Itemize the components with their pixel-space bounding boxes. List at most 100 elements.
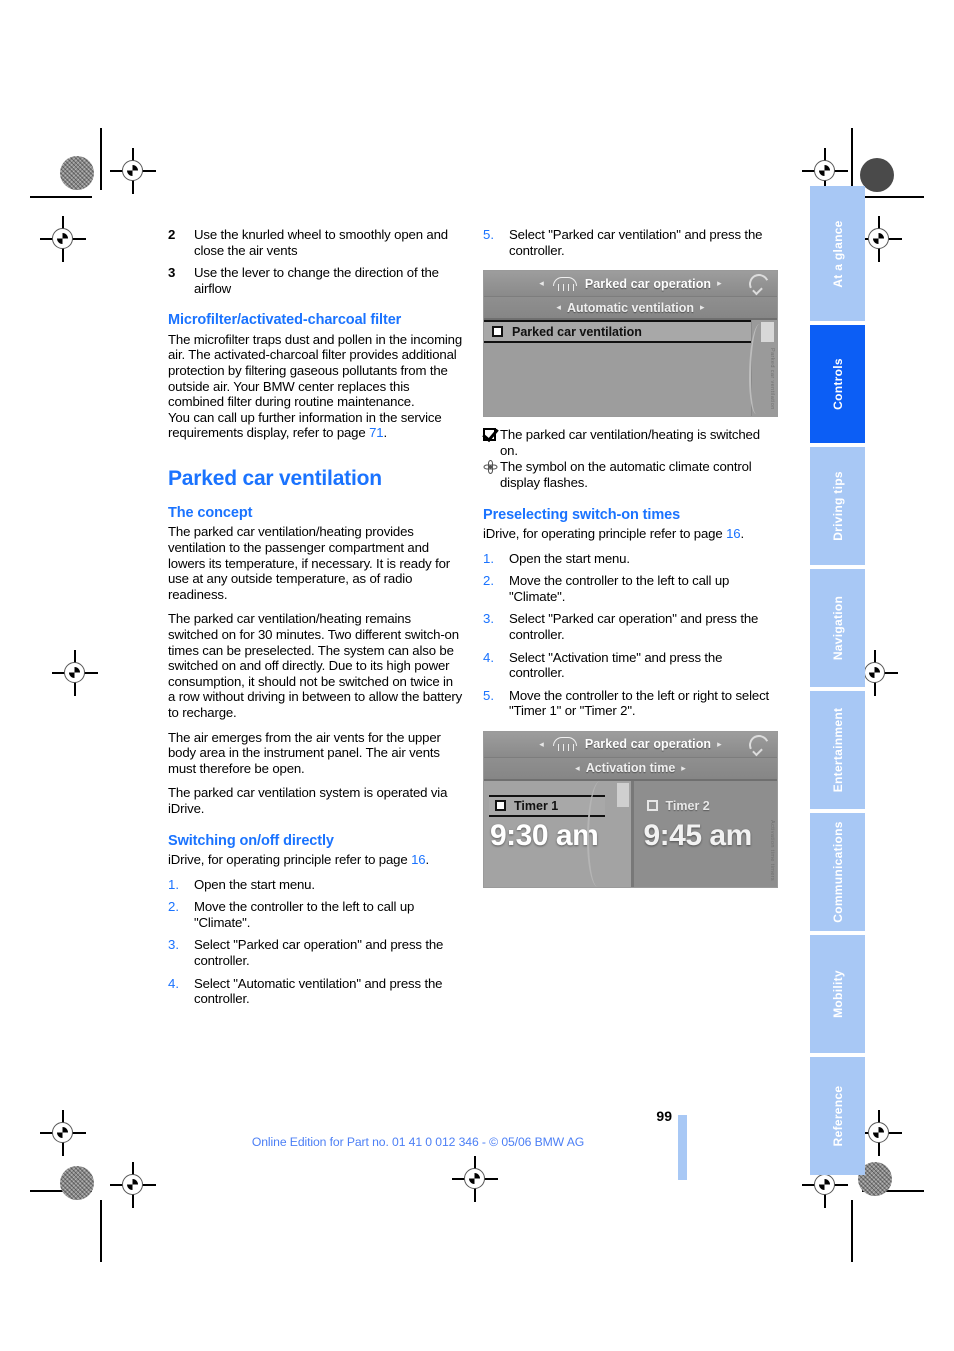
switching-intro-pre: iDrive, for operating principle refer to… <box>168 851 412 867</box>
figure-caption-vertical: Parked car ventilation <box>769 348 775 411</box>
step-number: 3 <box>168 265 176 281</box>
chevron-right-icon[interactable]: ▸ <box>700 302 705 313</box>
timer-2-header[interactable]: Timer 2 <box>639 795 770 817</box>
list-item: 2. Move the controller to the left to ca… <box>483 573 778 604</box>
step-text: Move the controller to the left to call … <box>194 899 415 930</box>
step-number: 5. <box>483 227 494 242</box>
preselecting-intro-pre: iDrive, for operating principle refer to… <box>483 525 727 541</box>
figure-caption-vertical: Activation time timers <box>769 819 775 881</box>
timer-1-header[interactable]: Timer 1 <box>489 794 605 817</box>
sidebar-item-at-a-glance[interactable]: At a glance <box>810 186 865 321</box>
scrollbar-thumb[interactable] <box>616 782 629 807</box>
preselecting-intro: iDrive, for operating principle refer to… <box>483 526 778 542</box>
chevron-right-icon[interactable]: ▸ <box>681 763 686 774</box>
timer-1-label: Timer 1 <box>514 798 559 813</box>
page-number: 99 <box>656 1108 672 1124</box>
step-text: Select "Parked car operation" and press … <box>194 937 444 968</box>
list-item: 5. Move the controller to the left or ri… <box>483 688 778 719</box>
chevron-left-icon[interactable]: ◂ <box>539 278 544 289</box>
decorative-curve <box>749 324 767 415</box>
tab-label: At a glance <box>830 219 845 288</box>
sidebar-item-reference[interactable]: Reference <box>810 1057 865 1175</box>
chevron-right-icon[interactable]: ▸ <box>717 739 722 750</box>
sidebar-item-mobility[interactable]: Mobility <box>810 935 865 1053</box>
list-item: 1. Open the start menu. <box>168 877 463 893</box>
timer-2-pane[interactable]: Timer 2 9:45 am Activation time timers <box>630 780 777 887</box>
chevron-left-icon[interactable]: ◂ <box>556 302 561 313</box>
step-number: 1. <box>168 876 179 892</box>
step-text: Open the start menu. <box>194 876 315 892</box>
chevron-left-icon[interactable]: ◂ <box>539 739 544 750</box>
preselecting-intro-post: . <box>740 525 744 541</box>
tab-label: Reference <box>830 1085 845 1147</box>
list-item: 3 Use the lever to change the direction … <box>168 265 463 296</box>
tab-label: Communications <box>830 821 845 923</box>
microfilter-paragraph-1: The microfilter traps dust and pollen in… <box>168 331 463 410</box>
idrive-controller-orbit-icon <box>746 271 772 298</box>
timer-2-label: Timer 2 <box>665 798 710 813</box>
idrive-title-bar: ◂ Parked car operation ▸ <box>484 731 777 758</box>
page-reference-71[interactable]: 71 <box>369 425 384 440</box>
car-climate-icon <box>550 737 580 752</box>
sidebar-item-controls[interactable]: Controls <box>810 325 865 443</box>
step-text: Select "Automatic ventilation" and press… <box>194 975 443 1007</box>
tab-label: Driving tips <box>830 471 845 541</box>
step5-list: 5. Select "Parked car ventilation" and p… <box>483 227 778 258</box>
chevron-right-icon[interactable]: ▸ <box>717 278 722 289</box>
chapter-nav-tabs: At a glance Controls Driving tips Naviga… <box>810 186 865 1179</box>
idrive-subtitle-label: Automatic ventilation <box>566 300 695 315</box>
list-item: 5. Select "Parked car ventilation" and p… <box>483 227 778 258</box>
list-item: 4. Select "Automatic ventilation" and pr… <box>168 976 463 1007</box>
step-text: Select "Activation time" and press the c… <box>509 649 723 681</box>
list-item: 4. Select "Activation time" and press th… <box>483 650 778 681</box>
concept-paragraph-4: The parked car ventilation system is ope… <box>168 785 448 816</box>
preselecting-heading: Preselecting switch-on times <box>483 506 681 523</box>
idrive-controller-orbit-icon <box>746 732 772 758</box>
left-column: 2 Use the knurled wheel to smoothly open… <box>168 227 463 1007</box>
checkbox-icon[interactable] <box>495 800 506 812</box>
idrive-menu-item-label: Parked car ventilation <box>512 324 642 339</box>
step-text: Use the lever to change the direction of… <box>194 265 439 296</box>
idrive-subtitle-bar: ◂ Activation time ▸ <box>484 757 777 781</box>
tab-label: Entertainment <box>830 707 845 793</box>
sidebar-item-communications[interactable]: Communications <box>810 813 865 931</box>
microfilter-paragraph-2: You can call up further information in t… <box>168 410 463 441</box>
list-item: 2. Move the controller to the left to ca… <box>168 899 463 930</box>
list-item: 3. Select "Parked car operation" and pre… <box>168 937 463 968</box>
page-reference-16-right[interactable]: 16 <box>726 526 741 541</box>
idrive-screenshot-activation-time: ◂ Parked car operation ▸ ◂ Activation ti… <box>483 730 778 888</box>
checkbox-icon[interactable] <box>646 800 658 812</box>
sidebar-item-driving-tips[interactable]: Driving tips <box>810 447 865 565</box>
timer-2-time: 9:45 am <box>643 818 753 852</box>
step-text: Select "Parked car ventilation" and pres… <box>509 227 763 258</box>
checkbox-icon[interactable] <box>492 326 503 338</box>
sidebar-item-entertainment[interactable]: Entertainment <box>810 691 865 809</box>
idrive-title-bar: ◂ Parked car operation ▸ <box>484 271 777 298</box>
concept-paragraph-2: The parked car ventilation/heating remai… <box>168 611 463 720</box>
checkbox-checked-icon <box>483 427 500 446</box>
timer-1-pane[interactable]: Timer 1 9:30 am <box>484 780 631 887</box>
sidebar-item-navigation[interactable]: Navigation <box>810 569 865 687</box>
car-climate-icon <box>550 276 580 291</box>
step-text: Move the controller to the left or right… <box>509 687 770 719</box>
step-text: Use the knurled wheel to smoothly open a… <box>194 227 448 258</box>
concept-paragraph-3: The air emerges from the air vents for t… <box>168 729 441 776</box>
page-reference-16-left[interactable]: 16 <box>411 852 426 867</box>
microfilter-heading: Microfilter/activated-charcoal filter <box>168 312 402 329</box>
step-number: 1. <box>483 550 494 566</box>
microfilter-p2-pre: You can call up further information in t… <box>168 409 442 441</box>
chevron-left-icon[interactable]: ◂ <box>575 763 580 774</box>
step-number: 4. <box>483 649 494 665</box>
idrive-subtitle-bar: ◂ Automatic ventilation ▸ <box>484 297 777 321</box>
result-line-1: The parked car ventilation/heating is sw… <box>483 427 778 458</box>
concept-paragraph-1: The parked car ventilation/heating provi… <box>168 524 451 602</box>
result-text-2: The symbol on the automatic climate cont… <box>500 459 752 490</box>
idrive-menu-item-parked-car-ventilation[interactable]: Parked car ventilation <box>484 320 751 344</box>
right-column: 5. Select "Parked car ventilation" and p… <box>483 227 778 898</box>
step-text: Open the start menu. <box>509 550 630 566</box>
result-text-1: The parked car ventilation/heating is sw… <box>500 427 760 458</box>
idrive-subtitle-label: Activation time <box>585 761 676 776</box>
list-item: 3. Select "Parked car operation" and pre… <box>483 611 778 642</box>
switching-steps-list: 1. Open the start menu. 2. Move the cont… <box>168 877 463 1007</box>
step-number: 3. <box>483 611 494 627</box>
